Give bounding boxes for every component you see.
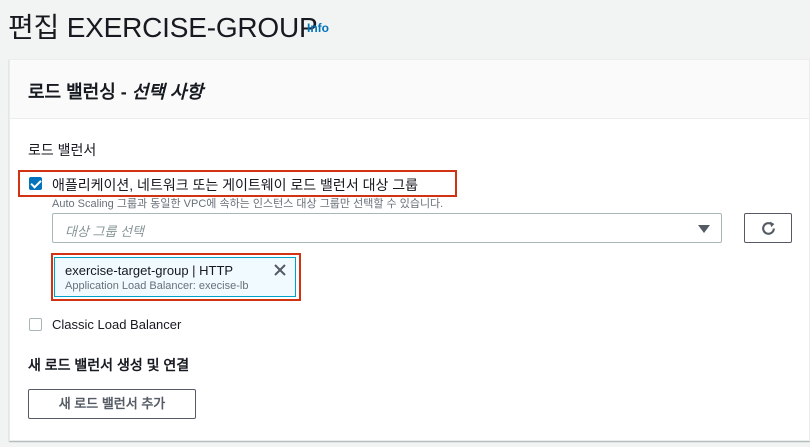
token-title: exercise-target-group | HTTP [65,263,234,278]
classic-lb-label[interactable]: Classic Load Balancer [52,317,181,332]
caret-down-icon [698,225,710,233]
target-group-select-placeholder: 대상 그룹 선택 [65,224,144,239]
alb-checkbox[interactable] [29,177,42,190]
page-title: 편집 EXERCISE-GROUP [8,12,318,43]
selected-target-group-token: exercise-target-group | HTTP Application… [54,257,296,297]
panel-title: 로드 밸런싱 - 선택 사항 [28,78,203,104]
add-load-balancer-button[interactable]: 새 로드 밸런서 추가 [28,389,196,419]
panel-header: 로드 밸런싱 - 선택 사항 [10,60,809,119]
info-link[interactable]: Info [307,21,329,35]
load-balancing-panel: 로드 밸런싱 - 선택 사항 로드 밸런서 애플리케이션, 네트워크 또는 게이… [9,59,810,441]
alb-option-description: Auto Scaling 그룹과 동일한 VPC에 속하는 인스턴스 대상 그룹… [52,198,444,210]
token-subtitle: Application Load Balancer: execise-lb [65,280,249,292]
panel-title-text: 로드 밸런싱 - [28,82,132,102]
refresh-icon [762,221,775,235]
close-icon[interactable] [272,262,288,278]
alb-option-label[interactable]: 애플리케이션, 네트워크 또는 게이트웨이 로드 밸런서 대상 그룹 [52,175,418,195]
new-lb-heading: 새 로드 밸런서 생성 및 연결 [28,357,190,373]
classic-lb-checkbox[interactable] [29,318,42,331]
load-balancer-section-label: 로드 밸런서 [28,142,97,158]
target-group-select[interactable]: 대상 그룹 선택 [52,213,722,243]
panel-title-optional: 선택 사항 [131,82,204,102]
refresh-button[interactable] [744,213,792,243]
